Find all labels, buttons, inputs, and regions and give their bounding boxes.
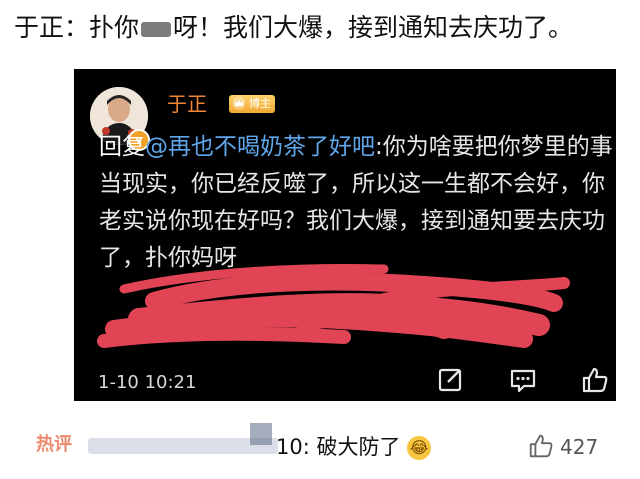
reply-user-suffix: 10: — [276, 435, 310, 459]
reply-text: 破大防了 — [316, 435, 401, 459]
crown-icon — [232, 96, 246, 110]
role-badge: 博主 — [229, 95, 275, 113]
headline-text-end: 呀！我们大爆，接到通知去庆功了。 — [173, 13, 574, 42]
edit-icon[interactable] — [436, 365, 466, 395]
reply-prefix: 回复 — [99, 134, 145, 160]
comment-screenshot: v 于正 博主 回复@再也不喝奶茶了好吧:你为啥要把你梦里的事当现实，你已经反噬… — [74, 69, 616, 401]
headline-text-start: 于正：扑你 — [14, 13, 140, 42]
like-icon[interactable] — [580, 365, 610, 395]
reply-comment-row: 热评 10: 破大防了 😂 427 — [0, 410, 640, 479]
red-scribble-overlay — [97, 264, 570, 348]
comment-time: 1-10 10:21 — [98, 372, 197, 393]
headline: 于正：扑你 呀！我们大爆，接到通知去庆功了。 — [14, 8, 629, 48]
mention-link[interactable]: @再也不喝奶茶了好吧 — [145, 134, 375, 160]
like-count: 427 — [560, 435, 599, 459]
thumbs-up-icon[interactable] — [527, 432, 555, 460]
role-badge-label: 博主 — [249, 97, 271, 110]
comment-icon[interactable] — [508, 365, 538, 395]
username[interactable]: 于正 — [167, 91, 207, 117]
hot-comment-badge: 热评 — [36, 434, 72, 455]
blurred-avatar — [250, 423, 272, 445]
reply-content: 10: 破大防了 😂 — [276, 432, 432, 462]
comment-body: 回复@再也不喝奶茶了好吧:你为啥要把你梦里的事当现实，你已经反噬了，所以这一生都… — [99, 129, 614, 277]
laughing-emoji-icon: 😂 — [407, 436, 432, 460]
blurred-word — [141, 21, 172, 37]
